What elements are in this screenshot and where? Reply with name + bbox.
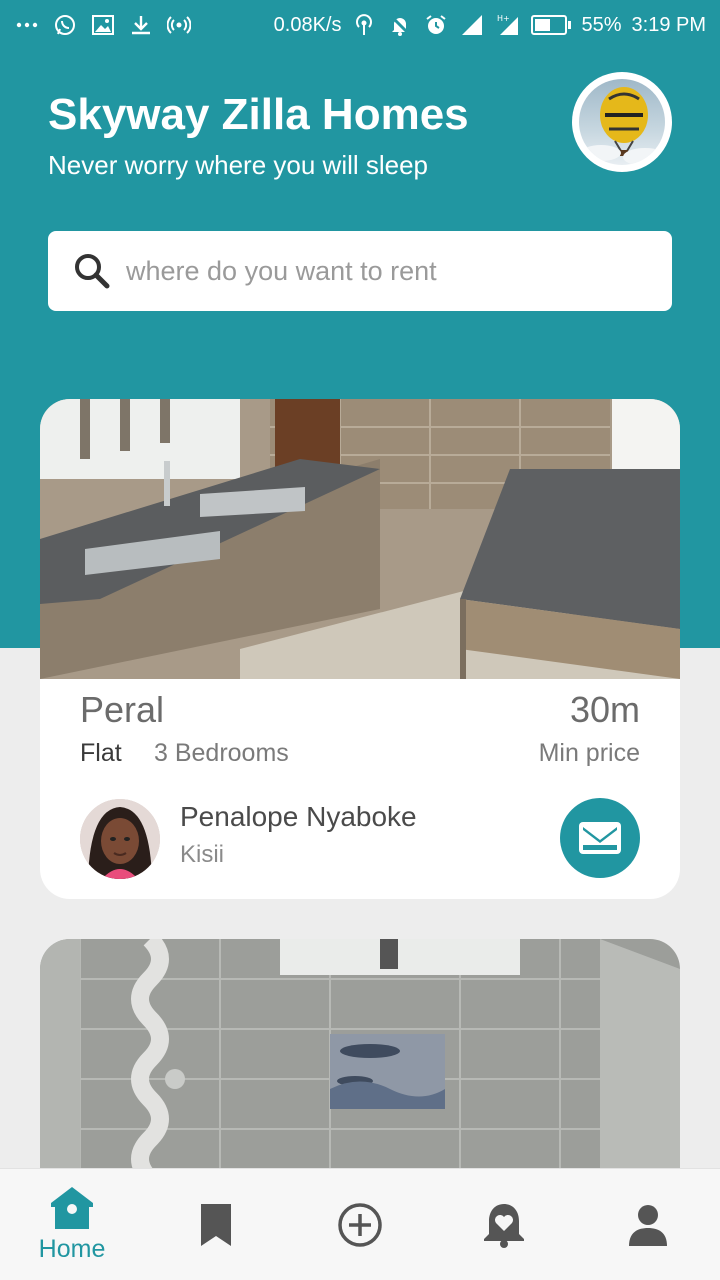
owner-avatar[interactable] bbox=[80, 799, 160, 879]
notification-off-icon bbox=[387, 12, 413, 38]
hot-air-balloon-icon bbox=[579, 79, 665, 165]
app-subtitle: Never worry where you will sleep bbox=[48, 150, 429, 180]
listing-price-label: Min price bbox=[538, 739, 640, 767]
nav-notifications[interactable] bbox=[439, 1175, 569, 1275]
bottom-navigation: Home bbox=[0, 1168, 720, 1280]
listing-card[interactable]: Peral Flat 3 Bedrooms 30m Min price Pena… bbox=[40, 399, 680, 899]
signal-h-plus-icon: H+ bbox=[495, 12, 521, 38]
listing-name: Peral bbox=[80, 689, 165, 730]
search-icon bbox=[72, 251, 112, 291]
nav-home[interactable]: Home bbox=[7, 1175, 137, 1275]
search-input[interactable] bbox=[126, 255, 646, 287]
wifi-tethering-icon bbox=[351, 12, 377, 38]
more-dots-icon bbox=[14, 12, 40, 38]
home-icon bbox=[49, 1185, 95, 1231]
bookmark-icon bbox=[193, 1202, 239, 1248]
nav-add[interactable] bbox=[295, 1175, 425, 1275]
bathroom-photo bbox=[40, 939, 680, 1199]
listing-price: 30m bbox=[569, 689, 640, 730]
user-avatar[interactable] bbox=[572, 72, 672, 172]
network-speed: 0.08K/s bbox=[273, 13, 342, 36]
alarm-icon bbox=[423, 12, 449, 38]
nav-profile[interactable] bbox=[583, 1175, 713, 1275]
battery-percent: 55% bbox=[581, 13, 622, 36]
hotspot-icon bbox=[166, 12, 192, 38]
add-circle-icon bbox=[337, 1202, 383, 1248]
image-icon bbox=[90, 12, 116, 38]
owner-name: Penalope Nyaboke bbox=[180, 801, 417, 832]
kitchen-photo bbox=[40, 399, 680, 679]
svg-text:H+: H+ bbox=[497, 14, 510, 23]
download-icon bbox=[128, 12, 154, 38]
whatsapp-icon bbox=[52, 12, 78, 38]
profile-icon bbox=[625, 1202, 671, 1248]
mail-icon bbox=[578, 821, 622, 855]
search-bar[interactable] bbox=[48, 231, 672, 311]
listing-type: Flat bbox=[80, 739, 122, 767]
battery-icon bbox=[531, 15, 572, 35]
clock: 3:19 PM bbox=[631, 13, 706, 36]
app-title: Skyway Zilla Homes bbox=[48, 90, 469, 139]
notification-heart-icon bbox=[481, 1202, 527, 1248]
listing-bedrooms: 3 Bedrooms bbox=[154, 739, 289, 767]
message-owner-button[interactable] bbox=[560, 798, 640, 878]
nav-home-label: Home bbox=[38, 1235, 106, 1263]
status-bar: 0.08K/s H+ 55% 3:19 PM bbox=[0, 0, 720, 50]
owner-location: Kisii bbox=[180, 841, 225, 868]
signal-icon bbox=[459, 12, 485, 38]
nav-bookmarks[interactable] bbox=[151, 1175, 281, 1275]
listing-card[interactable] bbox=[40, 939, 680, 1199]
